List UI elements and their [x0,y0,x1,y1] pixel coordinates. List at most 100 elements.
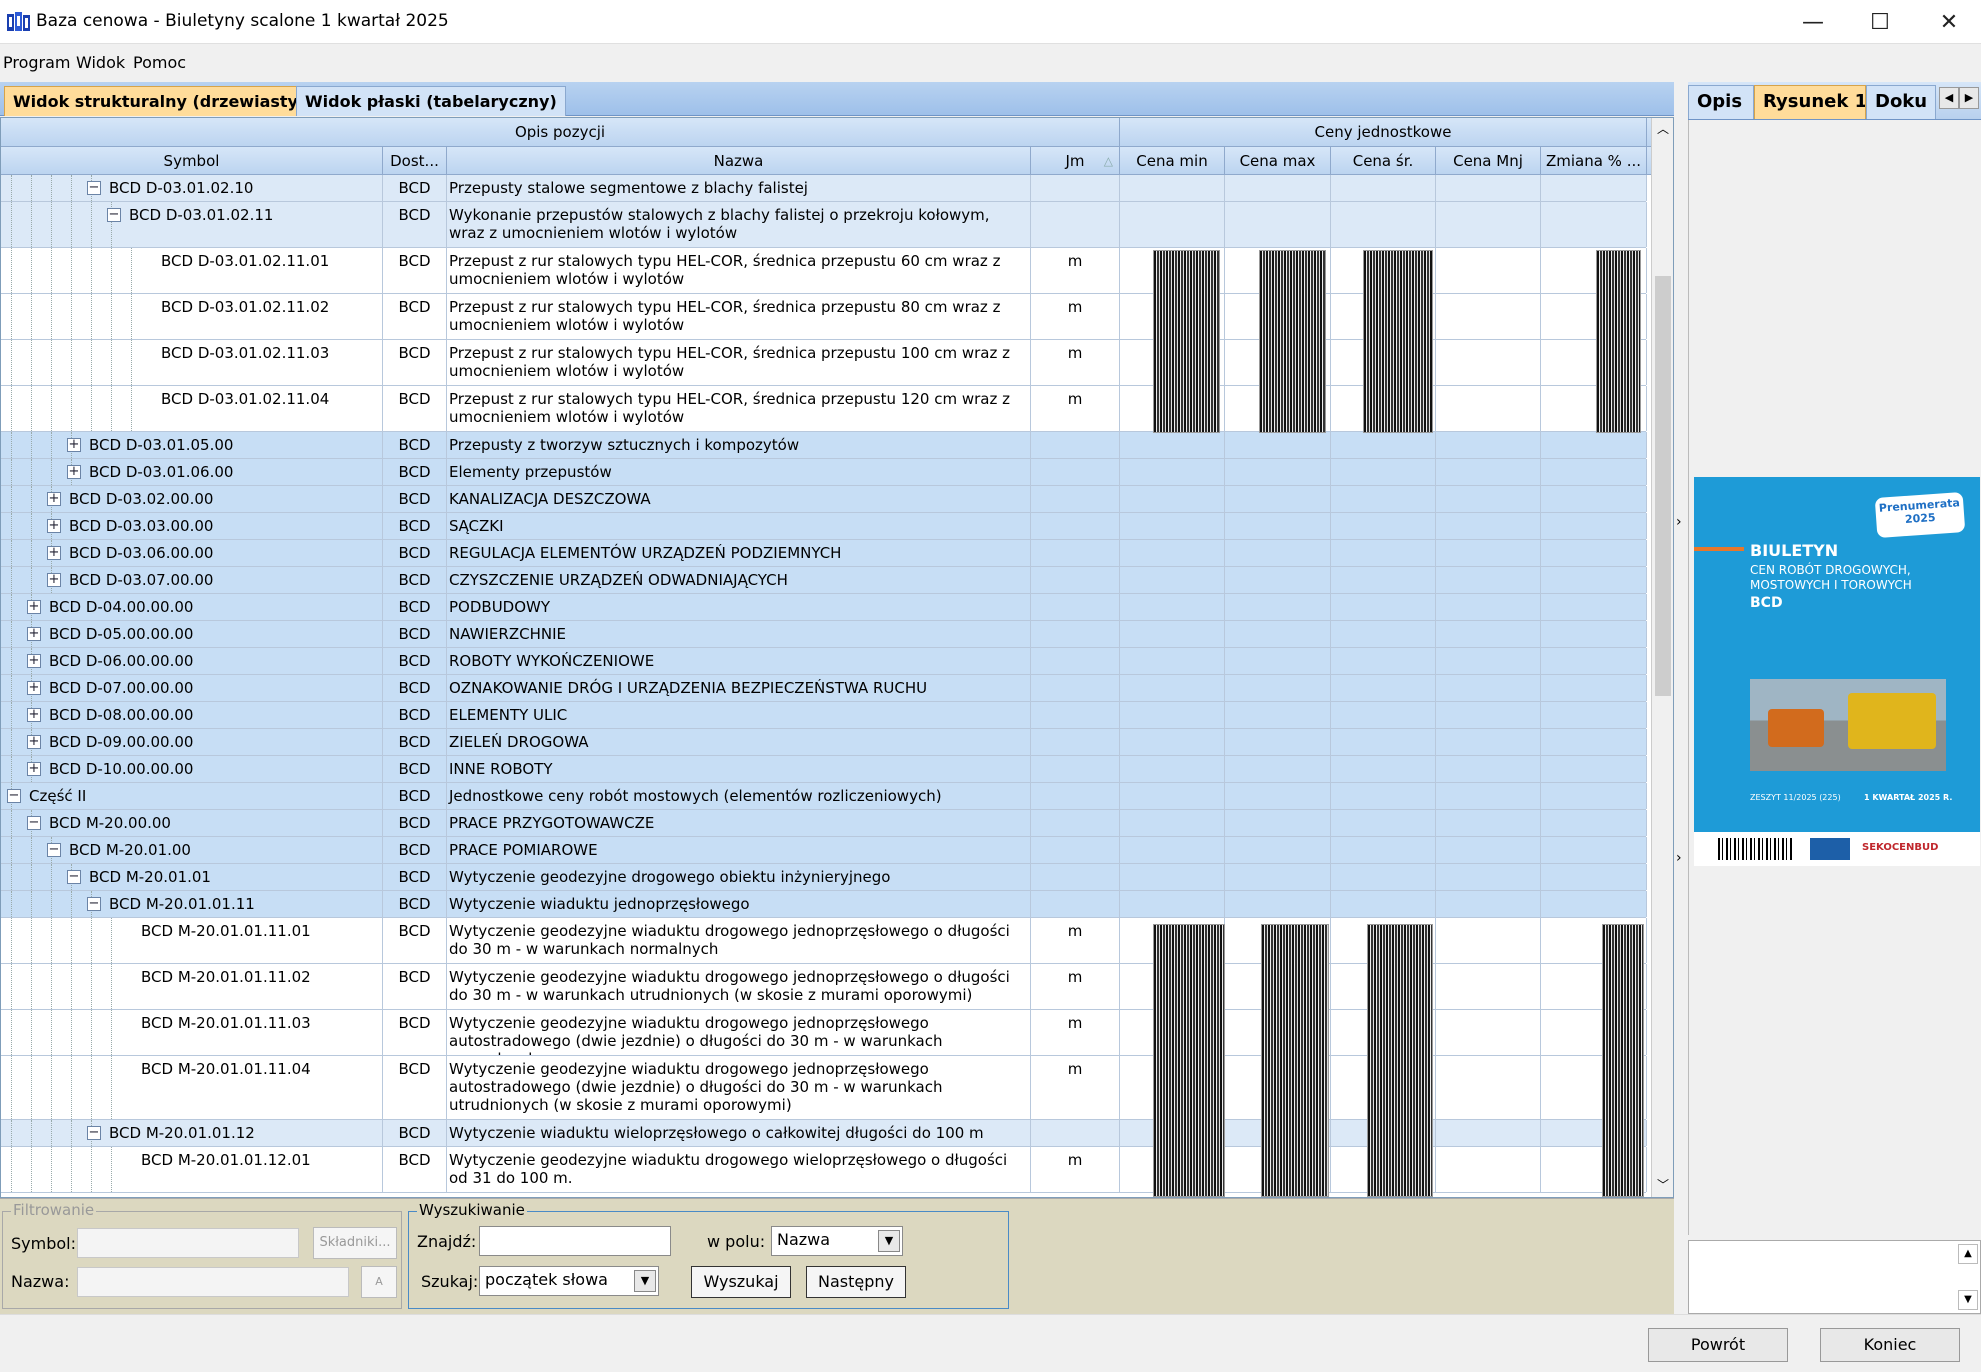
expand-icon[interactable]: + [47,573,61,587]
cell-price [1436,1120,1541,1146]
expand-icon[interactable]: + [27,762,41,776]
chevron-down-icon[interactable]: ▼ [634,1270,656,1292]
collapse-icon[interactable]: − [87,1126,101,1140]
tab-opis[interactable]: Opis [1688,85,1754,119]
table-row[interactable]: − BCD M-20.01.00 BCD PRACE POMIAROWE [1,837,1647,864]
chevron-right-icon[interactable]: › [1676,850,1682,866]
table-row[interactable]: + BCD D-03.01.05.00 BCD Przepusty z tworzyw… [1,432,1647,459]
end-button[interactable]: Koniec [1820,1328,1960,1362]
expand-icon[interactable]: + [27,681,41,695]
menu-program[interactable]: Program [3,53,71,72]
collapse-icon[interactable]: − [67,870,81,884]
expand-icon[interactable]: + [47,519,61,533]
col-nazwa[interactable]: Nazwa [447,147,1031,174]
collapse-icon[interactable]: − [7,789,21,803]
back-button[interactable]: Powrót [1648,1328,1788,1362]
scroll-up-icon[interactable]: ︿ [1657,120,1669,137]
table-row[interactable]: − BCD D-03.01.02.10 BCD Przepusty stalowe s… [1,175,1647,202]
collapse-icon[interactable]: − [87,181,101,195]
table-row[interactable]: + BCD D-08.00.00.00 BCD ELEMENTY ULIC [1,702,1647,729]
cell-price [1541,675,1647,701]
col-price-max[interactable]: Cena max [1225,147,1331,174]
close-button[interactable]: ✕ [1917,0,1981,44]
chevron-right-icon[interactable]: › [1676,514,1682,530]
expand-icon[interactable]: + [27,627,41,641]
collapse-icon[interactable]: − [107,208,121,222]
grid-vertical-scrollbar[interactable]: ︿ ﹀ [1651,118,1673,1197]
col-price-avg[interactable]: Cena śr. [1331,147,1436,174]
price-tree-grid[interactable]: Opis pozycji Ceny jednostkowe Symbol Dos… [0,117,1674,1198]
table-row[interactable]: − BCD M-20.00.00 BCD PRACE PRZYGOTOWAWCZE [1,810,1647,837]
cell-name: REGULACJA ELEMENTÓW URZĄDZEŃ PODZIEMNYCH [447,540,1031,566]
mode-select[interactable]: początek słowa ▼ [479,1266,659,1296]
col-jm[interactable]: Jm △ [1031,147,1120,174]
tab-dokument[interactable]: Doku [1866,85,1936,119]
chevron-down-icon[interactable]: ▼ [878,1230,900,1252]
expand-icon[interactable]: + [27,708,41,722]
field-select[interactable]: Nazwa ▼ [771,1226,903,1256]
tree-line [51,386,52,431]
table-row[interactable]: + BCD D-07.00.00.00 BCD OZNAKOWANIE DRÓG I … [1,675,1647,702]
panel-splitter[interactable]: › › [1674,82,1688,1314]
table-row[interactable]: + BCD D-10.00.00.00 BCD INNE ROBOTY [1,756,1647,783]
table-row[interactable]: + BCD D-06.00.00.00 BCD ROBOTY WYKOŃCZENIOW… [1,648,1647,675]
description-textbox[interactable]: ▲ ▼ [1688,1240,1981,1314]
col-price-min[interactable]: Cena min [1120,147,1225,174]
table-row[interactable]: + BCD D-03.06.00.00 BCD REGULACJA ELEMENTÓW… [1,540,1647,567]
scroll-down-icon[interactable]: ﹀ [1657,1176,1669,1193]
obscured-price-block [1259,250,1326,433]
maximize-button[interactable]: ☐ [1848,0,1912,44]
table-row[interactable]: − BCD M-20.01.01.11 BCD Wytyczenie wiaduktu… [1,891,1647,918]
expand-icon[interactable]: + [47,492,61,506]
next-button[interactable]: Następny [806,1266,906,1298]
cell-symbol: − BCD M-20.01.00 [1,837,383,863]
symbol-text: BCD M-20.01.00 [69,841,191,859]
name-filter-input[interactable] [77,1267,349,1297]
tab-scroll-left-icon[interactable]: ◀ [1939,87,1959,109]
minimize-button[interactable]: — [1781,0,1845,44]
collapse-icon[interactable]: − [87,897,101,911]
menu-pomoc[interactable]: Pomoc [133,53,186,72]
table-row[interactable]: + BCD D-04.00.00.00 BCD PODBUDOWY [1,594,1647,621]
components-button[interactable]: Składniki... [313,1227,397,1259]
expand-icon[interactable]: + [47,546,61,560]
scrollbar-thumb[interactable] [1655,276,1671,696]
table-row[interactable]: + BCD D-05.00.00.00 BCD NAWIERZCHNIE [1,621,1647,648]
tree-line [11,648,12,674]
table-row[interactable]: + BCD D-09.00.00.00 BCD ZIELEŃ DROGOWA [1,729,1647,756]
col-symbol[interactable]: Symbol [1,147,383,174]
symbol-filter-input[interactable] [77,1228,299,1258]
scroll-up-icon[interactable]: ▲ [1958,1244,1978,1264]
collapse-icon[interactable]: − [47,843,61,857]
table-row[interactable]: − BCD D-03.01.02.11 BCD Wykonanie przepustó… [1,202,1647,248]
table-row[interactable]: + BCD D-03.03.00.00 BCD SĄCZKI [1,513,1647,540]
cell-unit [1031,175,1120,201]
expand-icon[interactable]: + [67,465,81,479]
table-row[interactable]: + BCD D-03.01.06.00 BCD Elementy przepustów [1,459,1647,486]
search-button[interactable]: Wyszukaj [691,1266,791,1298]
col-price-mnj[interactable]: Cena Mnj [1436,147,1541,174]
table-row[interactable]: − Część II BCD Jednostkowe ceny robót mosto… [1,783,1647,810]
expand-icon[interactable]: + [27,735,41,749]
tab-scroll-right-icon[interactable]: ▶ [1959,87,1979,109]
tree-line [91,918,92,963]
table-row[interactable]: − BCD M-20.01.01 BCD Wytyczenie geodezyjne … [1,864,1647,891]
menu-widok[interactable]: Widok [76,53,125,72]
expand-icon[interactable]: + [27,654,41,668]
tab-flat-view[interactable]: Widok płaski (tabelaryczny) [296,86,566,116]
expand-icon[interactable]: + [27,600,41,614]
cell-supplier: BCD [383,594,447,620]
col-dost[interactable]: Dost... [383,147,447,174]
col-change-percent[interactable]: Zmiana % ... [1541,147,1647,174]
expand-icon[interactable]: + [67,438,81,452]
table-row[interactable]: + BCD D-03.02.00.00 BCD KANALIZACJA DESZCZO… [1,486,1647,513]
scroll-down-icon[interactable]: ▼ [1958,1290,1978,1310]
tab-structural-view[interactable]: Widok strukturalny (drzewiasty) [4,86,315,116]
find-input[interactable] [479,1226,671,1256]
collapse-icon[interactable]: − [27,816,41,830]
table-row[interactable]: + BCD D-03.07.00.00 BCD CZYSZCZENIE URZĄDZE… [1,567,1647,594]
symbol-text: BCD D-07.00.00.00 [49,679,194,697]
cell-unit [1031,486,1120,512]
tab-rysunek[interactable]: Rysunek 1 [1754,85,1866,119]
clear-filter-button[interactable]: A [361,1266,397,1298]
